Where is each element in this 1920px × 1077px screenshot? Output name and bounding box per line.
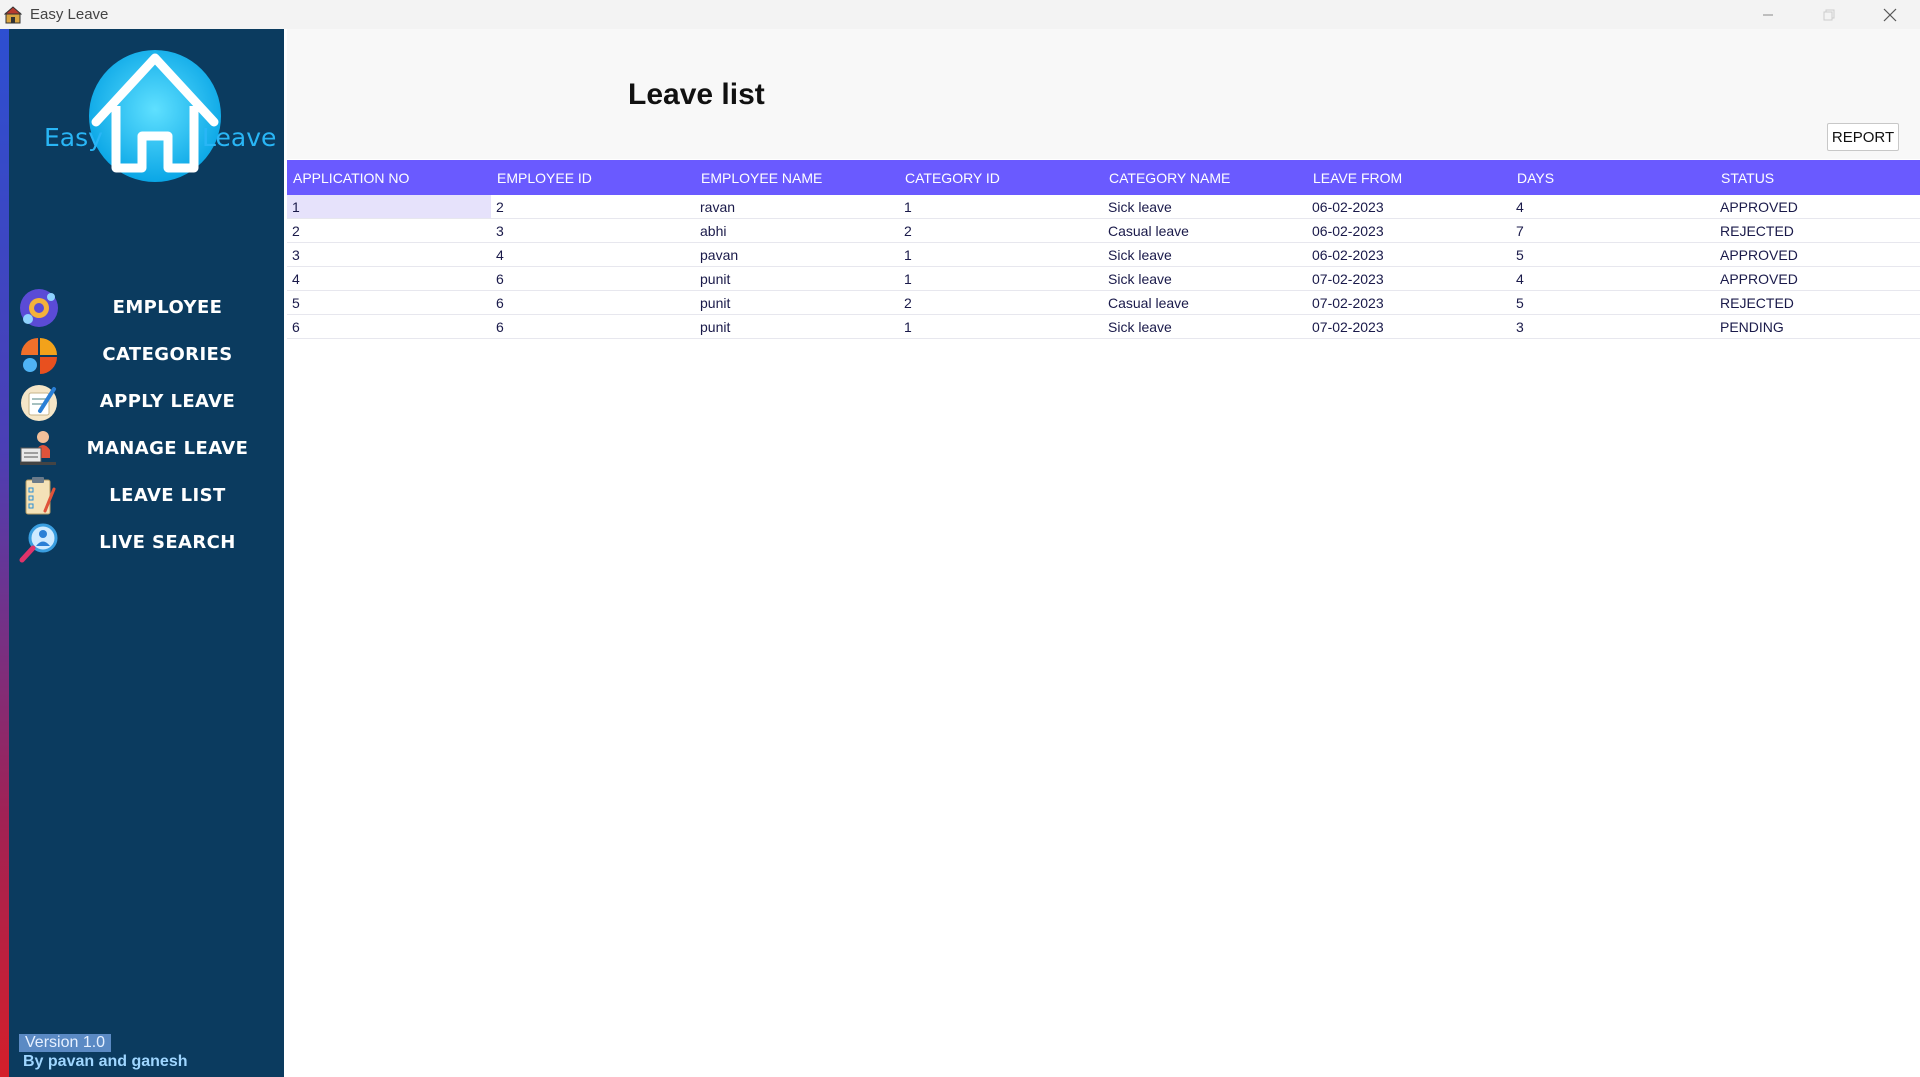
table-cell[interactable]: 06-02-2023 xyxy=(1307,242,1511,267)
table-row[interactable]: 6 6 punit 1 Sick leave 07-02-2023 3 PEND… xyxy=(287,314,1920,339)
window-controls xyxy=(1737,0,1920,29)
table-cell[interactable]: REJECTED xyxy=(1715,218,1920,243)
app-logo: Easy Leave xyxy=(34,44,277,184)
sidebar-item-employee[interactable]: EMPLOYEE xyxy=(9,284,284,331)
table-row[interactable]: 1 2 ravan 1 Sick leave 06-02-2023 4 APPR… xyxy=(287,195,1920,219)
table-cell[interactable]: 4 xyxy=(287,266,491,291)
page-title: Leave list xyxy=(628,78,765,111)
main-content: Leave list REPORT APPLICATION NO EMPLOYE… xyxy=(287,29,1920,1077)
table-cell[interactable]: 4 xyxy=(1511,195,1715,219)
table-cell[interactable]: 3 xyxy=(287,242,491,267)
window-title: Easy Leave xyxy=(30,6,109,23)
table-cell[interactable]: 1 xyxy=(899,242,1103,267)
table-cell[interactable]: 5 xyxy=(1511,290,1715,315)
table-row[interactable]: 2 3 abhi 2 Casual leave 06-02-2023 7 REJ… xyxy=(287,218,1920,243)
table-cell[interactable]: 6 xyxy=(491,314,695,339)
version-label: Version 1.0 xyxy=(19,1034,112,1052)
title-bar: Easy Leave xyxy=(0,0,1920,29)
table-cell[interactable]: 6 xyxy=(287,314,491,339)
table-cell[interactable]: 5 xyxy=(287,290,491,315)
table-cell[interactable]: Sick leave xyxy=(1103,195,1307,219)
sidebar-item-label: LEAVE LIST xyxy=(109,485,226,506)
table-cell[interactable]: punit xyxy=(695,290,899,315)
table-row[interactable]: 5 6 punit 2 Casual leave 07-02-2023 5 RE… xyxy=(287,290,1920,315)
table-cell[interactable]: Sick leave xyxy=(1103,314,1307,339)
table-cell[interactable]: APPROVED xyxy=(1715,195,1920,219)
table-cell[interactable]: 1 xyxy=(899,314,1103,339)
table-cell[interactable]: Sick leave xyxy=(1103,242,1307,267)
table-cell[interactable]: 4 xyxy=(491,242,695,267)
table-cell[interactable]: 6 xyxy=(491,266,695,291)
table-row[interactable]: 4 6 punit 1 Sick leave 07-02-2023 4 APPR… xyxy=(287,266,1920,291)
column-header[interactable]: CATEGORY ID xyxy=(899,160,1103,195)
sidebar-item-apply-leave[interactable]: APPLY LEAVE xyxy=(9,378,284,425)
sidebar-item-leave-list[interactable]: LEAVE LIST xyxy=(9,472,284,519)
logo-word-easy: Easy xyxy=(44,123,103,152)
table-cell[interactable]: 4 xyxy=(1511,266,1715,291)
restore-icon xyxy=(1823,9,1834,20)
table-cell[interactable]: 07-02-2023 xyxy=(1307,314,1511,339)
column-header[interactable]: APPLICATION NO xyxy=(287,160,491,195)
table-cell[interactable]: 07-02-2023 xyxy=(1307,266,1511,291)
table-cell[interactable]: abhi xyxy=(695,218,899,243)
table-cell[interactable]: 1 xyxy=(287,195,491,219)
window-edge-stripe xyxy=(0,29,9,1077)
author-credit: By pavan and ganesh xyxy=(23,1053,188,1070)
table-cell[interactable]: 3 xyxy=(491,218,695,243)
leave-list-table: APPLICATION NO EMPLOYEE ID EMPLOYEE NAME… xyxy=(287,160,1920,339)
table-cell[interactable]: Sick leave xyxy=(1103,266,1307,291)
sidebar-nav: EMPLOYEE CATEGORIES APPLY LEAVE MANAGE L… xyxy=(9,284,284,566)
logo-word-leave: Leave xyxy=(202,123,277,152)
sidebar: Easy Leave EMPLOYEE CATEGORIES APPLY LEA… xyxy=(9,29,284,1077)
table-cell[interactable]: REJECTED xyxy=(1715,290,1920,315)
table-cell[interactable]: APPROVED xyxy=(1715,266,1920,291)
table-header-row: APPLICATION NO EMPLOYEE ID EMPLOYEE NAME… xyxy=(287,160,1920,195)
table-cell[interactable]: 2 xyxy=(287,218,491,243)
report-button[interactable]: REPORT xyxy=(1827,123,1899,151)
table-cell[interactable]: PENDING xyxy=(1715,314,1920,339)
sidebar-item-live-search[interactable]: LIVE SEARCH xyxy=(9,519,284,566)
close-icon xyxy=(1883,8,1896,21)
table-cell[interactable]: Casual leave xyxy=(1103,218,1307,243)
minimize-button[interactable] xyxy=(1737,0,1798,29)
table-cell[interactable]: 2 xyxy=(899,290,1103,315)
sidebar-item-label: LIVE SEARCH xyxy=(99,532,236,553)
main-header: Leave list REPORT xyxy=(287,29,1920,159)
table-cell[interactable]: ravan xyxy=(695,195,899,219)
sidebar-item-manage-leave[interactable]: MANAGE LEAVE xyxy=(9,425,284,472)
sidebar-item-label: EMPLOYEE xyxy=(112,297,223,318)
column-header[interactable]: CATEGORY NAME xyxy=(1103,160,1307,195)
app-house-icon xyxy=(4,5,22,23)
table-cell[interactable]: 5 xyxy=(1511,242,1715,267)
table-row[interactable]: 3 4 pavan 1 Sick leave 06-02-2023 5 APPR… xyxy=(287,242,1920,267)
table-cell[interactable]: 2 xyxy=(899,218,1103,243)
table-cell[interactable]: 06-02-2023 xyxy=(1307,195,1511,219)
table-cell[interactable]: punit xyxy=(695,266,899,291)
close-button[interactable] xyxy=(1859,0,1920,29)
table-cell[interactable]: Casual leave xyxy=(1103,290,1307,315)
column-header[interactable]: EMPLOYEE NAME xyxy=(695,160,899,195)
table-cell[interactable]: 6 xyxy=(491,290,695,315)
table-cell[interactable]: pavan xyxy=(695,242,899,267)
table-cell[interactable]: APPROVED xyxy=(1715,242,1920,267)
maximize-button[interactable] xyxy=(1798,0,1859,29)
column-header[interactable]: DAYS xyxy=(1511,160,1715,195)
sidebar-item-label: APPLY LEAVE xyxy=(99,391,236,412)
house-logo-icon xyxy=(89,50,221,182)
table-cell[interactable]: 2 xyxy=(491,195,695,219)
sidebar-item-label: CATEGORIES xyxy=(102,344,233,365)
sidebar-item-label: MANAGE LEAVE xyxy=(86,438,249,459)
column-header[interactable]: LEAVE FROM xyxy=(1307,160,1511,195)
table-cell[interactable]: 06-02-2023 xyxy=(1307,218,1511,243)
sidebar-item-categories[interactable]: CATEGORIES xyxy=(9,331,284,378)
column-header[interactable]: EMPLOYEE ID xyxy=(491,160,695,195)
minimize-icon xyxy=(1762,14,1773,15)
table-cell[interactable]: 3 xyxy=(1511,314,1715,339)
table-cell[interactable]: 1 xyxy=(899,266,1103,291)
column-header[interactable]: STATUS xyxy=(1715,160,1920,195)
table-cell[interactable]: 07-02-2023 xyxy=(1307,290,1511,315)
table-cell[interactable]: 7 xyxy=(1511,218,1715,243)
table-cell[interactable]: 1 xyxy=(899,195,1103,219)
table-cell[interactable]: punit xyxy=(695,314,899,339)
